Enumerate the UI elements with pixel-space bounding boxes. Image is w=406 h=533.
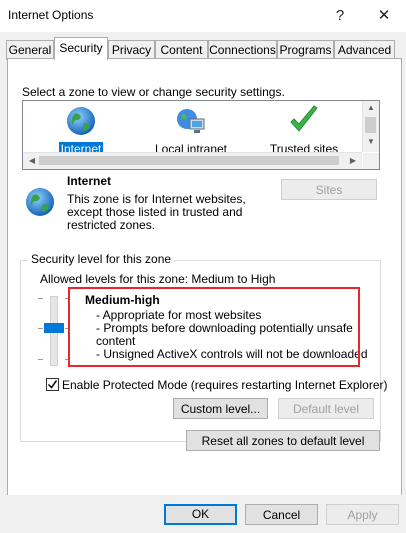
- scroll-corner: [363, 153, 379, 169]
- apply-button[interactable]: Apply: [326, 504, 399, 525]
- reset-all-zones-button[interactable]: Reset all zones to default level: [186, 430, 380, 451]
- tab-content[interactable]: Content: [155, 40, 208, 60]
- scroll-thumb[interactable]: [365, 117, 376, 133]
- protected-mode-label[interactable]: Enable Protected Mode (requires restarti…: [62, 378, 388, 392]
- network-icon: [177, 109, 205, 133]
- slider-tick: [38, 298, 43, 299]
- zone-description-line: except those listed in trusted and: [67, 205, 243, 219]
- zone-list-vertical-scrollbar[interactable]: ▲ ▼: [362, 101, 379, 152]
- slider-thumb[interactable]: [44, 323, 64, 333]
- sites-button[interactable]: Sites: [281, 179, 377, 200]
- custom-level-button[interactable]: Custom level...: [173, 398, 268, 419]
- zone-name: Internet: [67, 174, 112, 188]
- allowed-levels-label: Allowed levels for this zone: Medium to …: [40, 272, 276, 286]
- zone-internet[interactable]: Internet: [36, 105, 126, 156]
- tab-advanced[interactable]: Advanced: [334, 40, 395, 60]
- zone-list-horizontal-scrollbar[interactable]: ◀ ▶: [23, 152, 362, 169]
- slider-tick: [38, 328, 43, 329]
- scroll-up-icon[interactable]: ▲: [363, 103, 379, 112]
- globe-icon: [67, 107, 95, 135]
- scroll-thumb[interactable]: [39, 156, 339, 165]
- zone-description-line: restricted zones.: [67, 218, 156, 232]
- window-title: Internet Options: [8, 8, 94, 22]
- title-bar: Internet Options ? ✕: [0, 0, 406, 32]
- security-level-group-title: Security level for this zone: [28, 252, 175, 266]
- highlight-annotation-box: [68, 287, 360, 367]
- scroll-down-icon[interactable]: ▼: [363, 137, 379, 146]
- zone-instruction: Select a zone to view or change security…: [22, 85, 285, 99]
- zone-local-intranet[interactable]: Local intranet: [146, 105, 236, 156]
- zone-description-line: This zone is for Internet websites,: [67, 192, 246, 206]
- default-level-button[interactable]: Default level: [278, 398, 374, 419]
- close-button[interactable]: ✕: [370, 4, 398, 28]
- zone-trusted-sites[interactable]: Trusted sites: [259, 105, 349, 156]
- slider-tick: [38, 359, 43, 360]
- checkmark-icon: [290, 105, 318, 132]
- ok-button[interactable]: OK: [164, 504, 237, 525]
- zone-list[interactable]: Internet Local intranet Trusted sites ▲ …: [22, 100, 380, 170]
- tab-general[interactable]: General: [6, 40, 54, 60]
- globe-icon: [26, 188, 54, 216]
- scroll-left-icon[interactable]: ◀: [24, 156, 40, 165]
- tab-security[interactable]: Security: [54, 37, 108, 60]
- protected-mode-checkbox[interactable]: [46, 378, 59, 391]
- tab-programs[interactable]: Programs: [277, 40, 334, 60]
- tab-connections[interactable]: Connections: [208, 40, 277, 60]
- checkmark-icon: [47, 380, 58, 389]
- scroll-right-icon[interactable]: ▶: [345, 156, 361, 165]
- tab-privacy[interactable]: Privacy: [108, 40, 155, 60]
- help-button[interactable]: ?: [326, 4, 354, 28]
- cancel-button[interactable]: Cancel: [245, 504, 318, 525]
